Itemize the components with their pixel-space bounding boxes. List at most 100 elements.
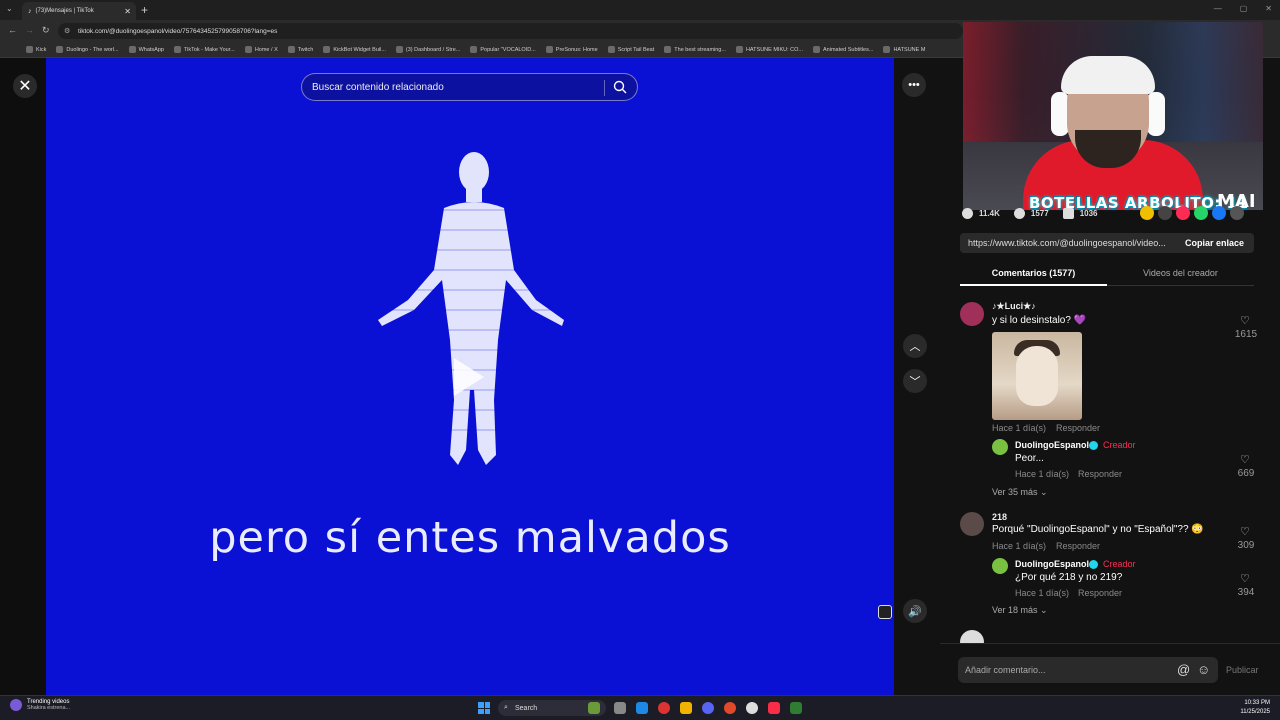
mention-icon[interactable]: @: [1177, 662, 1190, 677]
comment-like-icon[interactable]: ♡: [1240, 525, 1250, 538]
view-more-replies[interactable]: Ver 35 más ⌄: [992, 487, 1048, 498]
comment-icon[interactable]: [1013, 207, 1025, 219]
reply-avatar[interactable]: [992, 558, 1008, 574]
search-icon[interactable]: [613, 80, 627, 94]
reply-button[interactable]: Responder: [1056, 541, 1100, 551]
bookmark-item[interactable]: Home / X: [244, 46, 278, 53]
bookmark-label: KickBot Widget Buil...: [333, 46, 386, 53]
bookmark-favicon-icon: [470, 46, 478, 53]
copy-link-button[interactable]: Copiar enlace: [1185, 238, 1244, 248]
coin-icon[interactable]: [1140, 206, 1154, 220]
next-video-icon[interactable]: ﹀: [903, 369, 927, 393]
facebook-icon[interactable]: [1212, 206, 1226, 220]
bookmark-favicon-icon: [244, 46, 252, 53]
reply-author[interactable]: DuolingoEspanol: [1015, 559, 1089, 569]
video-player[interactable]: pero sí entes malvados Buscar contenido …: [46, 58, 894, 695]
volume-icon[interactable]: 🔊: [903, 599, 927, 623]
whatsapp-icon[interactable]: [1194, 206, 1208, 220]
reload-icon[interactable]: ↻: [42, 25, 50, 36]
creator-badge: Creador: [1103, 559, 1136, 569]
comment-sticker-image[interactable]: [992, 332, 1082, 420]
browser-tab[interactable]: ♪ (73)Mensajes | TikTok ✕: [22, 2, 136, 20]
new-tab-button[interactable]: +: [141, 3, 148, 17]
bookmark-item[interactable]: Script Tail Beat: [607, 46, 654, 53]
play-icon[interactable]: [454, 358, 484, 396]
comment-avatar[interactable]: [960, 302, 984, 326]
news-widget[interactable]: Trending videos Shakira estrena...: [10, 699, 70, 711]
bookmark-item[interactable]: WhatsApp: [128, 46, 164, 53]
browser-icon[interactable]: [724, 702, 736, 714]
forward-icon[interactable]: →: [25, 25, 34, 35]
clock[interactable]: 10:33 PM 11/25/2025: [1240, 699, 1270, 717]
save-count: 1036: [1079, 208, 1098, 218]
reply-button[interactable]: Responder: [1056, 423, 1100, 433]
comment-author[interactable]: 218: [992, 512, 1007, 522]
bookmark-favicon-icon: [128, 46, 136, 53]
comment-timestamp: Hace 1 día(s): [992, 541, 1047, 551]
tab-comments[interactable]: Comentarios (1577): [960, 268, 1107, 278]
bookmark-item[interactable]: HATSUNE M: [883, 46, 925, 53]
left-gutter: ✕: [0, 58, 46, 695]
tab-menu-icon[interactable]: ⌄: [6, 4, 13, 13]
bookmark-item[interactable]: TikTok - Make Your...: [173, 46, 235, 53]
bookmark-item[interactable]: Duolingo - The worl...: [56, 46, 119, 53]
view-more-replies[interactable]: Ver 18 más ⌄: [992, 605, 1048, 616]
share-arrow-icon[interactable]: [1230, 206, 1244, 220]
bookmark-item[interactable]: Animated Subtitles...: [813, 46, 873, 53]
music-icon[interactable]: [768, 702, 780, 714]
embed-icon[interactable]: [1158, 206, 1172, 220]
maximize-icon[interactable]: ▢: [1240, 4, 1248, 13]
like-icon[interactable]: [962, 207, 973, 219]
reply-avatar[interactable]: [992, 439, 1008, 455]
discord-icon[interactable]: [702, 702, 714, 714]
close-video-button[interactable]: ✕: [13, 74, 37, 98]
url-field[interactable]: ⚙ tiktok.com/@duolingoespanol/video/7576…: [58, 23, 963, 39]
reply-author[interactable]: DuolingoEspanol: [1015, 440, 1089, 450]
heart-share-icon[interactable]: [1176, 206, 1190, 220]
tab-creator-videos[interactable]: Videos del creador: [1107, 268, 1254, 278]
chatgpt-icon[interactable]: [746, 702, 758, 714]
app-icon[interactable]: [588, 702, 600, 714]
minimize-icon[interactable]: —: [1214, 4, 1222, 13]
close-window-icon[interactable]: ✕: [1265, 4, 1272, 13]
emoji-icon[interactable]: ☺: [1197, 662, 1210, 677]
reply-like-icon[interactable]: ♡: [1240, 572, 1250, 585]
edge-icon[interactable]: [636, 702, 648, 714]
comment-author[interactable]: ♪★Luci★♪: [992, 301, 1036, 312]
more-options-icon[interactable]: •••: [902, 73, 926, 97]
reply-button[interactable]: Responder: [1078, 469, 1122, 479]
bookmark-item[interactable]: HATSUNE MIKU: CO...: [735, 46, 803, 53]
share-link-text[interactable]: https://www.tiktok.com/@duolingoespanol/…: [968, 238, 1166, 248]
start-icon[interactable]: [478, 702, 490, 714]
bookmark-label: Twitch: [297, 46, 314, 53]
post-button[interactable]: Publicar: [1226, 665, 1259, 675]
bookmark-item[interactable]: KickBot Widget Buil...: [323, 46, 386, 53]
close-tab-icon[interactable]: ✕: [124, 7, 131, 16]
bookmark-icon[interactable]: [1062, 207, 1074, 219]
explorer-icon[interactable]: [680, 702, 692, 714]
bookmark-favicon-icon: [26, 46, 33, 53]
site-info-icon[interactable]: ⚙: [64, 27, 70, 35]
reply-like-icon[interactable]: ♡: [1240, 453, 1250, 466]
comment-avatar[interactable]: [960, 512, 984, 536]
comment-like-icon[interactable]: ♡: [1240, 314, 1250, 327]
bookmark-item[interactable]: The best streaming...: [664, 46, 726, 53]
windows-taskbar: Trending videos Shakira estrena... ⌕ Sea…: [0, 695, 1280, 720]
bookmark-item[interactable]: Kick: [26, 46, 46, 53]
bookmark-item[interactable]: (3) Dashboard / Stre...: [395, 46, 460, 53]
app-icon[interactable]: [790, 702, 802, 714]
miniplayer-icon[interactable]: [878, 605, 892, 619]
task-view-icon[interactable]: [614, 702, 626, 714]
reply-button[interactable]: Responder: [1078, 588, 1122, 598]
bookmark-item[interactable]: Twitch: [287, 46, 314, 53]
bookmark-label: The best streaming...: [674, 46, 726, 53]
bookmark-item[interactable]: PreSonus: Home: [545, 46, 598, 53]
bookmark-item[interactable]: Popular "VOCALOID...: [470, 46, 536, 53]
previous-video-icon[interactable]: ︿: [903, 334, 927, 358]
chrome-icon[interactable]: [658, 702, 670, 714]
reply-like-count: 669: [1237, 468, 1255, 479]
back-icon[interactable]: ←: [8, 25, 17, 35]
related-search-input[interactable]: Buscar contenido relacionado: [301, 73, 638, 101]
bookmark-favicon-icon: [607, 46, 615, 53]
streamer-cap: [1061, 56, 1155, 94]
